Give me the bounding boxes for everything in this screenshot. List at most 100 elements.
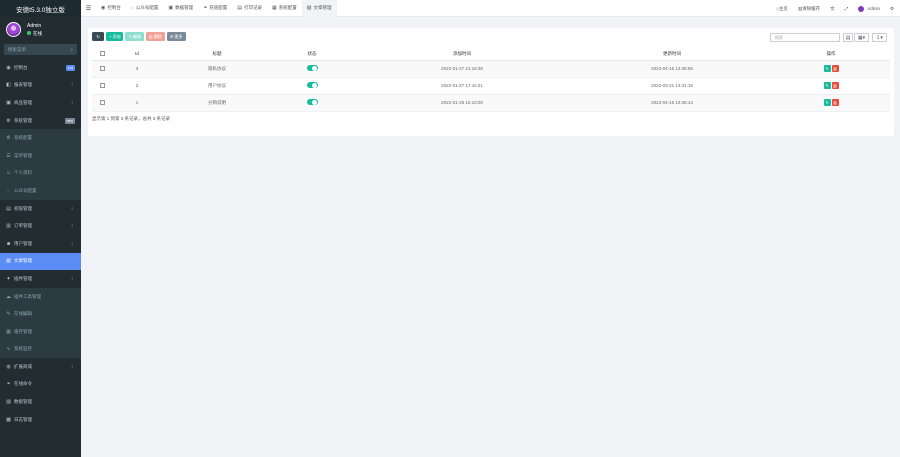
translate-icon[interactable]: 文 bbox=[830, 6, 835, 12]
header-created[interactable]: 添加时间 bbox=[352, 48, 572, 61]
tab-2[interactable]: ▣ 数据管理 bbox=[163, 0, 198, 17]
more-button[interactable]: ⚙ 更多 bbox=[166, 32, 186, 41]
sidebar-item-label: 商品管理 bbox=[14, 99, 32, 105]
tab-bar: ◉ 控制台 ◌ 公众号配置 ▣ 数据管理 ⚭ 充值配置 ▤ 打印记录 ▦ 系统配置 ▧ 文章管理 bbox=[96, 0, 337, 17]
sidebar-item-label: 在线命令 bbox=[14, 381, 32, 387]
brand-title: 安德t5.3.0独立版 bbox=[0, 0, 81, 17]
header-status[interactable]: 状态 bbox=[272, 48, 352, 61]
status-toggle[interactable] bbox=[306, 82, 318, 88]
tab-4[interactable]: ▤ 打印记录 bbox=[232, 0, 267, 17]
edit-row-icon[interactable]: ✎ bbox=[823, 65, 831, 72]
menu-toggle-icon[interactable]: ☰ bbox=[81, 5, 96, 12]
sidebar-item-4[interactable]: ⚙ 系统配置 bbox=[0, 129, 81, 147]
sidebar-item-6[interactable]: ☺ 个人资料 bbox=[0, 164, 81, 183]
status-toggle[interactable] bbox=[306, 65, 318, 71]
sidebar-item-12[interactable]: ✦ 插件管理 ‹ bbox=[0, 270, 81, 288]
tab-5[interactable]: ▦ 系统配置 bbox=[267, 0, 302, 17]
row-checkbox[interactable] bbox=[99, 99, 105, 105]
cell-updated: 2023-04-15 13:35:56 bbox=[572, 60, 772, 78]
article-icon: ▧ bbox=[306, 5, 312, 11]
home-link[interactable]: ⌂ 主页 bbox=[776, 6, 788, 12]
sidebar-item-16[interactable]: ∿ 系统监控 bbox=[0, 340, 81, 359]
status-toggle[interactable] bbox=[306, 99, 318, 105]
article-icon: ▧ bbox=[6, 258, 11, 265]
tab-6[interactable]: ▧ 文章管理 bbox=[301, 0, 337, 17]
clear-cache-button[interactable]: ▥ 清除缓存 bbox=[798, 6, 820, 12]
sidebar-search[interactable]: 搜索菜单 ⌕ bbox=[4, 44, 77, 55]
sidebar-item-label: 缓存管理 bbox=[14, 328, 32, 334]
chevron-left-icon: ‹ bbox=[71, 205, 73, 212]
gear-icon: ⚙ bbox=[6, 135, 11, 142]
sidebar-item-5[interactable]: ☰ 菜单管理 bbox=[0, 146, 81, 165]
delete-row-icon[interactable]: ▥ bbox=[831, 99, 839, 106]
edit-button[interactable]: ✎ 编辑 bbox=[125, 32, 144, 41]
cell-created: 2022-01-27 17:42:21 bbox=[352, 77, 572, 95]
edit-row-icon[interactable]: ✎ bbox=[823, 99, 831, 106]
export-dropdown-icon[interactable]: ⇩▾ bbox=[872, 33, 887, 42]
delete-button[interactable]: ▥ 删除 bbox=[145, 32, 165, 41]
sidebar-item-19[interactable]: ▨ 数据管理 bbox=[0, 393, 81, 411]
sidebar-item-label: 系统配置 bbox=[14, 135, 32, 141]
refresh-button[interactable]: ↻ bbox=[92, 32, 104, 41]
cell-id: 3 bbox=[112, 60, 162, 78]
sidebar-menu: ◉ 控制台 hot ◧ 报表管理 ‹ ▣ 商品管理 ‹ ⚙ 系统管理 new ⚙ 系统配置 ☰ 菜单管理 ☺ 个人… bbox=[0, 59, 81, 428]
sidebar-item-label: 文章管理 bbox=[14, 258, 32, 264]
columns-dropdown-icon[interactable]: ▦▾ bbox=[854, 33, 869, 42]
sidebar-item-17[interactable]: ◍ 扩展商城 ‹ bbox=[0, 358, 81, 376]
table-search-input[interactable]: 搜索 bbox=[770, 33, 840, 42]
sidebar-item-2[interactable]: ▣ 商品管理 ‹ bbox=[0, 94, 81, 112]
report-icon: ◧ bbox=[6, 82, 11, 89]
sidebar-item-13[interactable]: ☁ 插件工具管理 bbox=[0, 287, 81, 306]
tab-0[interactable]: ◉ 控制台 bbox=[96, 0, 126, 17]
tab-3[interactable]: ⚭ 充值配置 bbox=[198, 0, 232, 17]
table-row[interactable]: 3 隐私协议 2022-01-27 21:16:38 2023-04-15 13:35… bbox=[92, 60, 890, 78]
delete-row-icon[interactable]: ▥ bbox=[831, 82, 839, 89]
sidebar-item-20[interactable]: ▩ 日志管理 bbox=[0, 411, 81, 429]
sidebar-item-1[interactable]: ◧ 报表管理 ‹ bbox=[0, 77, 81, 95]
header-updated[interactable]: 更新时间 bbox=[572, 48, 772, 61]
sidebar-item-label: 个人资料 bbox=[14, 170, 32, 176]
sidebar-item-label: 报表管理 bbox=[14, 82, 32, 88]
add-button[interactable]: + 添加 bbox=[106, 32, 124, 41]
cell-status bbox=[272, 60, 352, 78]
sidebar-item-14[interactable]: ✎ 在线编辑 bbox=[0, 305, 81, 323]
row-checkbox[interactable] bbox=[99, 82, 105, 88]
tab-label: 文章管理 bbox=[313, 5, 332, 10]
sidebar-item-0[interactable]: ◉ 控制台 hot bbox=[0, 59, 81, 77]
header-id[interactable]: Id bbox=[112, 48, 162, 61]
sidebar-item-7[interactable]: ◌ 公众号配置 bbox=[0, 182, 81, 200]
edit-row-icon[interactable]: ✎ bbox=[823, 82, 831, 89]
select-all-checkbox[interactable] bbox=[99, 50, 105, 56]
sidebar-item-label: 权限管理 bbox=[14, 205, 32, 211]
sidebar-item-9[interactable]: ▥ 订单管理 ‹ bbox=[0, 217, 81, 235]
search-icon: ⌕ bbox=[70, 47, 73, 52]
cell-status bbox=[272, 94, 352, 112]
row-select-cell bbox=[92, 77, 112, 95]
row-checkbox[interactable] bbox=[99, 65, 105, 71]
sidebar-item-11[interactable]: ▧ 文章管理 bbox=[0, 252, 81, 271]
sidebar-item-15[interactable]: ▦ 缓存管理 bbox=[0, 322, 81, 341]
sidebar-item-8[interactable]: ▤ 权限管理 ‹ bbox=[0, 200, 81, 218]
admin-avatar bbox=[858, 5, 865, 12]
delete-row-icon[interactable]: ▥ bbox=[831, 65, 839, 72]
link-icon: ⚭ bbox=[6, 381, 11, 388]
pin-icon: ✦ bbox=[6, 275, 11, 282]
product-icon: ▣ bbox=[6, 99, 11, 106]
tab-1[interactable]: ◌ 公众号配置 bbox=[126, 0, 163, 17]
avatar[interactable] bbox=[6, 22, 21, 37]
sidebar-item-10[interactable]: ☻ 用户管理 ‹ bbox=[0, 235, 81, 253]
sidebar-item-3[interactable]: ⚙ 系统管理 new bbox=[0, 112, 81, 130]
user-panel: Admin 在线 bbox=[0, 17, 81, 42]
gears-icon[interactable]: ⚙ bbox=[890, 6, 894, 12]
table-header-row: Id 标题 状态 添加时间 更新时间 操作 bbox=[92, 48, 890, 61]
chart-icon: ∿ bbox=[6, 346, 11, 353]
fullscreen-icon[interactable]: ⤢ bbox=[845, 6, 849, 11]
wechat-icon: ◌ bbox=[130, 5, 134, 11]
header-title[interactable]: 标题 bbox=[162, 48, 272, 61]
sidebar-item-18[interactable]: ⚭ 在线命令 bbox=[0, 376, 81, 394]
admin-menu[interactable]: Admin bbox=[858, 5, 880, 12]
table-row[interactable]: 2 用户协议 2022-01-27 17:42:21 2022-03-21 13:31… bbox=[92, 77, 890, 95]
table-row[interactable]: 1 分销说明 2022-01-26 16:10:00 2023-04-15 13:35… bbox=[92, 94, 890, 112]
table-view-icon[interactable]: ▤ bbox=[843, 33, 853, 42]
sidebar-search-input[interactable]: 搜索菜单 bbox=[8, 47, 26, 53]
